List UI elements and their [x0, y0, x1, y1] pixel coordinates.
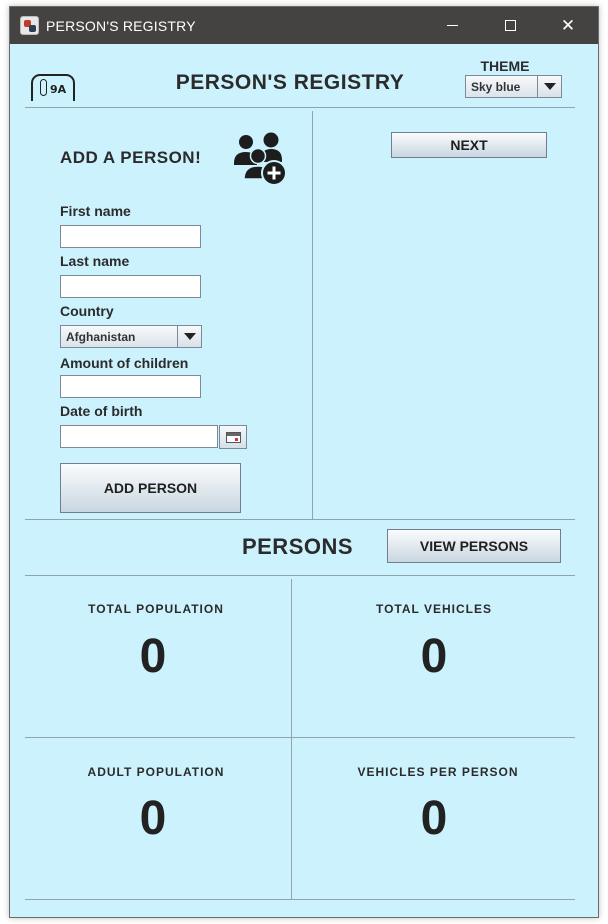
stats-bottom-divider	[25, 899, 575, 900]
header-divider	[25, 107, 575, 108]
stats-top-divider	[25, 575, 575, 576]
add-person-title: ADD A PERSON!	[60, 148, 202, 167]
adult-population-label: ADULT POPULATION	[87, 765, 225, 779]
dob-field[interactable]	[60, 425, 218, 448]
children-field[interactable]	[60, 375, 201, 398]
adult-population-value: 0	[139, 792, 167, 845]
total-vehicles-label: TOTAL VEHICLES	[375, 602, 492, 616]
theme-label: THEME	[480, 58, 530, 74]
persons-top-divider	[25, 519, 575, 520]
children-label: Amount of children	[60, 355, 189, 371]
main-content: 9A PERSON'S REGISTRY THEME Sky blue ADD …	[10, 44, 598, 917]
stats-middle-divider	[25, 737, 575, 738]
vehicles-per-person-label: VEHICLES PER PERSON	[357, 765, 519, 779]
title-bar[interactable]: PERSON'S REGISTRY ✕	[10, 7, 598, 44]
chevron-down-icon[interactable]	[537, 76, 561, 97]
total-population-label: TOTAL POPULATION	[88, 602, 224, 616]
persons-title: PERSONS	[241, 534, 354, 559]
chevron-down-icon[interactable]	[177, 326, 201, 347]
calendar-icon	[226, 432, 241, 443]
finger-icon	[40, 79, 47, 96]
country-label: Country	[60, 303, 114, 319]
app-logo: 9A	[31, 74, 75, 101]
total-vehicles-value: 0	[420, 630, 448, 683]
theme-select-value: Sky blue	[471, 80, 521, 94]
total-population-value: 0	[139, 630, 167, 683]
country-select[interactable]: Afghanistan	[60, 325, 202, 348]
theme-select[interactable]: Sky blue	[465, 75, 562, 98]
first-name-label: First name	[60, 203, 131, 219]
last-name-field[interactable]	[60, 275, 201, 298]
close-icon: ✕	[560, 15, 576, 36]
form-divider	[312, 111, 313, 519]
app-window: PERSON'S REGISTRY ✕ 9A PERSON'S REGISTRY…	[9, 6, 599, 918]
maximize-button[interactable]	[481, 7, 539, 44]
close-button[interactable]: ✕	[539, 7, 597, 44]
logo-text: 9A	[50, 83, 67, 96]
stats-vertical-divider	[291, 579, 292, 899]
vehicles-per-person-value: 0	[420, 792, 448, 845]
view-persons-button[interactable]: VIEW PERSONS	[387, 529, 561, 563]
page-title: PERSON'S REGISTRY	[175, 71, 405, 94]
minimize-button[interactable]	[423, 7, 481, 44]
calendar-button[interactable]	[219, 425, 247, 449]
country-select-value: Afghanistan	[66, 330, 136, 344]
minimize-icon	[446, 25, 458, 26]
next-button[interactable]: NEXT	[391, 132, 547, 158]
first-name-field[interactable]	[60, 225, 201, 248]
last-name-label: Last name	[60, 253, 130, 269]
app-icon	[20, 16, 39, 35]
maximize-icon	[504, 20, 516, 31]
add-group-icon	[234, 132, 287, 186]
add-person-button[interactable]: ADD PERSON	[60, 463, 241, 513]
dob-label: Date of birth	[60, 403, 143, 419]
window-title: PERSON'S REGISTRY	[46, 18, 196, 34]
